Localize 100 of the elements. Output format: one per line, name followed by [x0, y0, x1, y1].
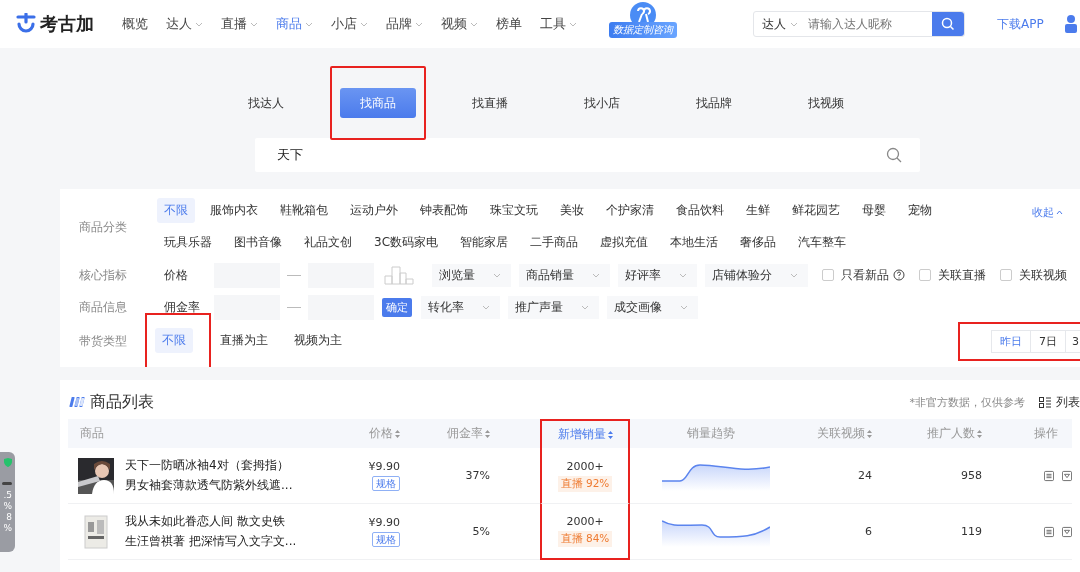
user-icon[interactable]: [1063, 14, 1078, 34]
category-option[interactable]: 运动户外: [343, 198, 405, 223]
type-option[interactable]: 视频为主: [287, 328, 349, 353]
search-tab[interactable]: 找小店: [564, 88, 640, 118]
category-option[interactable]: 母婴: [855, 198, 893, 223]
chevron-icon: [679, 272, 687, 278]
filter-label: 核心指标: [79, 266, 128, 284]
dropdown[interactable]: 成交画像: [607, 295, 698, 319]
nav-item[interactable]: 工具: [540, 15, 577, 33]
search-field[interactable]: 天下: [275, 146, 886, 164]
view-toggle[interactable]: 列表: [1039, 393, 1080, 411]
spec-tag[interactable]: 规格: [372, 532, 400, 547]
dropdown[interactable]: 转化率: [421, 295, 500, 319]
spec-tag[interactable]: 规格: [372, 476, 400, 491]
filter-label: 商品分类: [79, 218, 128, 236]
dropdown[interactable]: 浏览量: [432, 263, 511, 287]
period-tab[interactable]: 3: [1065, 329, 1080, 353]
nav-item[interactable]: 直播: [221, 15, 258, 33]
column-header: 操作: [982, 419, 1072, 448]
column-header[interactable]: 新增销量: [540, 419, 630, 448]
nav-item[interactable]: 概览: [122, 15, 148, 33]
sort-icon[interactable]: [485, 429, 490, 438]
search-tab[interactable]: 找视频: [788, 88, 864, 118]
category-option[interactable]: 食品饮料: [669, 198, 731, 223]
chevron-icon: [592, 272, 600, 278]
nav-item[interactable]: 商品: [276, 15, 313, 33]
category-option[interactable]: 美妆: [553, 198, 591, 223]
category-option[interactable]: 二手商品: [523, 230, 585, 255]
download-link[interactable]: 下载APP: [997, 15, 1044, 33]
column-header: 销量趋势: [630, 419, 792, 448]
dropdown[interactable]: 商品销量: [519, 263, 610, 287]
commission-text: 37%: [465, 469, 490, 482]
help-icon[interactable]: [893, 269, 905, 281]
search-bar[interactable]: 达人 请输入达人昵称: [753, 11, 965, 37]
category-option[interactable]: 虚拟充值: [593, 230, 655, 255]
checkbox-label[interactable]: 关联直播: [938, 266, 986, 284]
search-tab[interactable]: 找达人: [228, 88, 304, 118]
sort-icon[interactable]: [607, 430, 613, 439]
category-option[interactable]: 本地生活: [663, 230, 725, 255]
confirm-button[interactable]: 确定: [382, 297, 412, 317]
promoter-count: 958: [961, 469, 982, 482]
type-option[interactable]: 不限: [155, 328, 193, 353]
category-option[interactable]: 珠宝文玩: [483, 198, 545, 223]
nav-item[interactable]: 视频: [441, 15, 478, 33]
search-tab[interactable]: 找品牌: [676, 88, 752, 118]
document-icon[interactable]: [1044, 469, 1054, 482]
category-option[interactable]: 玩具乐器: [157, 230, 219, 255]
search-input[interactable]: 请输入达人昵称: [806, 16, 922, 32]
category-option[interactable]: 礼品文创: [297, 230, 359, 255]
category-option[interactable]: 鞋靴箱包: [273, 198, 335, 223]
checkbox[interactable]: [822, 269, 834, 281]
collapse-link[interactable]: 收起: [1032, 205, 1063, 220]
type-option[interactable]: 直播为主: [213, 328, 275, 353]
category-option[interactable]: 钟表配饰: [413, 198, 475, 223]
dropdown[interactable]: 推广声量: [508, 295, 599, 319]
category-option[interactable]: 鲜花园艺: [785, 198, 847, 223]
video-count: 6: [865, 525, 872, 538]
chevron-icon: [680, 304, 688, 310]
histogram-icon[interactable]: [384, 265, 414, 285]
category-option[interactable]: 不限: [157, 198, 195, 223]
category-option[interactable]: 服饰内衣: [203, 198, 265, 223]
checkbox-label[interactable]: 只看新品: [841, 266, 889, 284]
box-icon[interactable]: [1062, 525, 1072, 538]
search-icon[interactable]: [886, 147, 902, 163]
chevron-icon: [493, 272, 501, 278]
category-option[interactable]: 生鲜: [739, 198, 777, 223]
category-option[interactable]: 汽车整车: [791, 230, 853, 255]
category-option[interactable]: 奢侈品: [733, 230, 783, 255]
period-tab[interactable]: 昨日: [991, 329, 1031, 353]
product-title[interactable]: 天下一防晒冰袖4对（套拇指）: [125, 457, 293, 474]
commission-text: 5%: [472, 525, 490, 538]
checkbox-label[interactable]: 关联视频: [1019, 266, 1067, 284]
period-tab[interactable]: 7日: [1030, 329, 1066, 353]
nav-item[interactable]: 榜单: [496, 15, 522, 33]
product-title[interactable]: 我从未如此眷恋人间 散文史铁: [125, 513, 297, 530]
section-title: 商品列表: [90, 391, 154, 413]
category-option[interactable]: 智能家居: [453, 230, 515, 255]
category-option[interactable]: 图书音像: [227, 230, 289, 255]
search-button[interactable]: [932, 12, 964, 36]
scope-dropdown[interactable]: 达人: [754, 15, 806, 33]
chevron-icon: [482, 304, 490, 310]
dropdown[interactable]: 店铺体验分: [705, 263, 808, 287]
checkbox[interactable]: [1000, 269, 1012, 281]
nav-item[interactable]: 达人: [166, 15, 203, 33]
search-icon: [941, 17, 955, 31]
product-subtitle: 生汪曾祺著 把深情写入文字文...: [125, 533, 297, 550]
nav-item[interactable]: 品牌: [386, 15, 423, 33]
checkbox[interactable]: [919, 269, 931, 281]
search-bar[interactable]: 天下: [255, 138, 920, 172]
category-option[interactable]: 宠物: [901, 198, 939, 223]
category-option[interactable]: 3C数码家电: [367, 230, 445, 255]
document-icon[interactable]: [1044, 525, 1054, 538]
title-bars-icon: [68, 397, 86, 407]
chevron-icon: [305, 21, 313, 27]
search-tab[interactable]: 找直播: [452, 88, 528, 118]
box-icon[interactable]: [1062, 469, 1072, 482]
shield-icon: [4, 458, 12, 467]
nav-item[interactable]: 小店: [331, 15, 368, 33]
category-option[interactable]: 个护家清: [599, 198, 661, 223]
dropdown[interactable]: 好评率: [618, 263, 697, 287]
